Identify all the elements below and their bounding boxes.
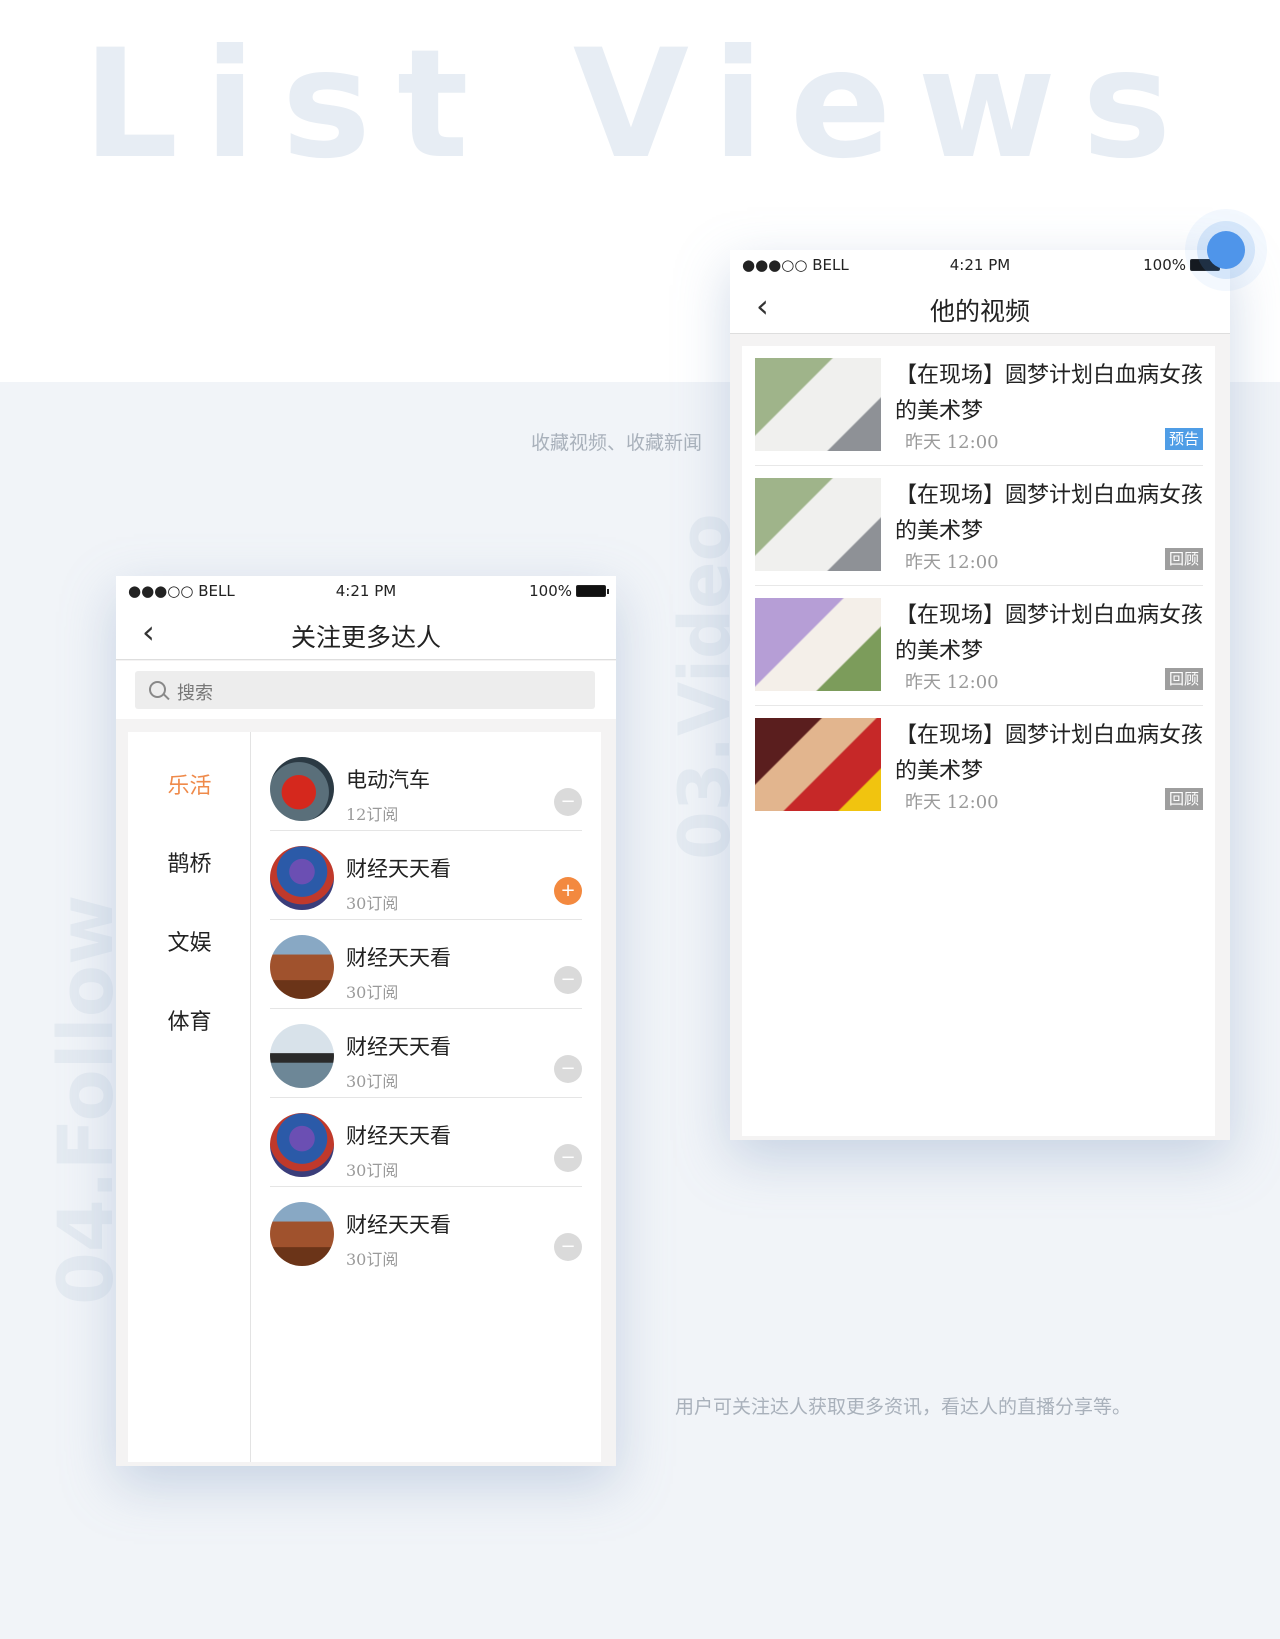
- follow-caption: 用户可关注达人获取更多资讯，看达人的直播分享等。: [675, 1396, 1132, 1418]
- avatar: [270, 846, 334, 910]
- follow-subscribers: 12订阅: [346, 805, 399, 824]
- page-title: 关注更多达人: [290, 623, 441, 652]
- status-bar: ●●●○○ BELL 4:21 PM 100%: [116, 576, 616, 606]
- follow-subscribers: 30订阅: [346, 1161, 399, 1180]
- list-item[interactable]: 财经天天看 30订阅 −: [270, 1187, 582, 1276]
- unfollow-button[interactable]: −: [554, 1144, 582, 1172]
- status-badge: 回顾: [1164, 668, 1203, 690]
- video-thumbnail: [755, 598, 881, 691]
- category-item-queqiao[interactable]: 鹊桥: [128, 846, 251, 878]
- video-title: 【在现场】圆梦计划白血病女孩的美术梦: [895, 483, 1204, 544]
- video-item[interactable]: 【在现场】圆梦计划白血病女孩的美术梦 昨天 12:00 回顾: [755, 706, 1203, 826]
- search-placeholder: 搜索: [177, 683, 213, 704]
- follow-subscribers: 30订阅: [346, 983, 399, 1002]
- status-badge: 预告: [1164, 428, 1203, 450]
- battery-percent: 100%: [1143, 256, 1186, 274]
- status-bar: ●●●○○ BELL 4:21 PM 100%: [730, 250, 1230, 280]
- avatar: [270, 1202, 334, 1266]
- video-title: 【在现场】圆梦计划白血病女孩的美术梦: [895, 603, 1204, 664]
- video-thumbnail: [755, 358, 881, 451]
- hero-title: List Views: [82, 18, 1198, 192]
- list-item[interactable]: 财经天天看 30订阅 −: [270, 920, 582, 1009]
- video-time: 昨天 12:00: [905, 792, 999, 813]
- search-input[interactable]: 搜索: [135, 671, 595, 709]
- video-time: 昨天 12:00: [905, 552, 999, 573]
- vertical-label-follow: 04.Follow: [41, 894, 130, 1305]
- follow-list: 电动汽车 12订阅 − 财经天天看 30订阅 + 财经天天看 30订阅 − 财经…: [270, 742, 582, 1276]
- video-title: 【在现场】圆梦计划白血病女孩的美术梦: [895, 723, 1204, 784]
- battery-percent: 100%: [529, 582, 572, 600]
- status-badge: 回顾: [1164, 548, 1203, 570]
- list-item[interactable]: 财经天天看 30订阅 −: [270, 1098, 582, 1187]
- category-item-lehuo[interactable]: 乐活: [128, 768, 251, 800]
- follow-screen: ●●●○○ BELL 4:21 PM 100% ‹ 关注更多达人 搜索 乐活 鹊…: [116, 576, 616, 1466]
- follow-subscribers: 30订阅: [346, 1072, 399, 1091]
- list-item[interactable]: 财经天天看 30订阅 +: [270, 831, 582, 920]
- follow-subscribers: 30订阅: [346, 1250, 399, 1269]
- video-item[interactable]: 【在现场】圆梦计划白血病女孩的美术梦 昨天 12:00 预告: [755, 346, 1203, 466]
- video-item[interactable]: 【在现场】圆梦计划白血病女孩的美术梦 昨天 12:00 回顾: [755, 586, 1203, 706]
- status-badge: 回顾: [1164, 788, 1203, 810]
- follow-name: 财经天天看: [346, 1124, 451, 1148]
- video-thumbnail: [755, 718, 881, 811]
- follow-content: 乐活 鹊桥 文娱 体育 电动汽车 12订阅 − 财经天天看 30订阅 + 财经天…: [128, 732, 601, 1462]
- nav-bar: ‹ 他的视频: [730, 280, 1230, 334]
- follow-name: 财经天天看: [346, 857, 451, 881]
- video-title: 【在现场】圆梦计划白血病女孩的美术梦: [895, 363, 1204, 424]
- category-item-tiyu[interactable]: 体育: [128, 1004, 251, 1036]
- page-title: 他的视频: [929, 297, 1030, 326]
- video-list: 【在现场】圆梦计划白血病女孩的美术梦 昨天 12:00 预告 【在现场】圆梦计划…: [742, 346, 1215, 1136]
- unfollow-button[interactable]: −: [554, 966, 582, 994]
- category-sidebar: 乐活 鹊桥 文娱 体育: [128, 732, 251, 1462]
- follow-name: 财经天天看: [346, 946, 451, 970]
- list-item[interactable]: 电动汽车 12订阅 −: [270, 742, 582, 831]
- follow-name: 财经天天看: [346, 1035, 451, 1059]
- category-item-wenyu[interactable]: 文娱: [128, 925, 251, 957]
- floating-dot: [1207, 231, 1245, 269]
- video-caption: 收藏视频、收藏新闻: [530, 432, 702, 454]
- follow-name: 电动汽车: [346, 768, 430, 792]
- nav-bar: ‹ 关注更多达人: [116, 606, 616, 660]
- search-icon: [149, 681, 166, 698]
- follow-subscribers: 30订阅: [346, 894, 399, 913]
- video-time: 昨天 12:00: [905, 672, 999, 693]
- video-screen: ●●●○○ BELL 4:21 PM 100% ‹ 他的视频 【在现场】圆梦计划…: [730, 250, 1230, 1140]
- avatar: [270, 757, 334, 821]
- unfollow-button[interactable]: −: [554, 1233, 582, 1261]
- avatar: [270, 935, 334, 999]
- follow-name: 财经天天看: [346, 1213, 451, 1237]
- video-thumbnail: [755, 478, 881, 571]
- battery-icon: [576, 585, 609, 597]
- video-item[interactable]: 【在现场】圆梦计划白血病女孩的美术梦 昨天 12:00 回顾: [755, 466, 1203, 586]
- unfollow-button[interactable]: −: [554, 788, 582, 816]
- avatar: [270, 1024, 334, 1088]
- search-bar: 搜索: [116, 661, 616, 719]
- video-time: 昨天 12:00: [905, 432, 999, 453]
- unfollow-button[interactable]: −: [554, 1055, 582, 1083]
- follow-button[interactable]: +: [554, 877, 582, 905]
- avatar: [270, 1113, 334, 1177]
- list-item[interactable]: 财经天天看 30订阅 −: [270, 1009, 582, 1098]
